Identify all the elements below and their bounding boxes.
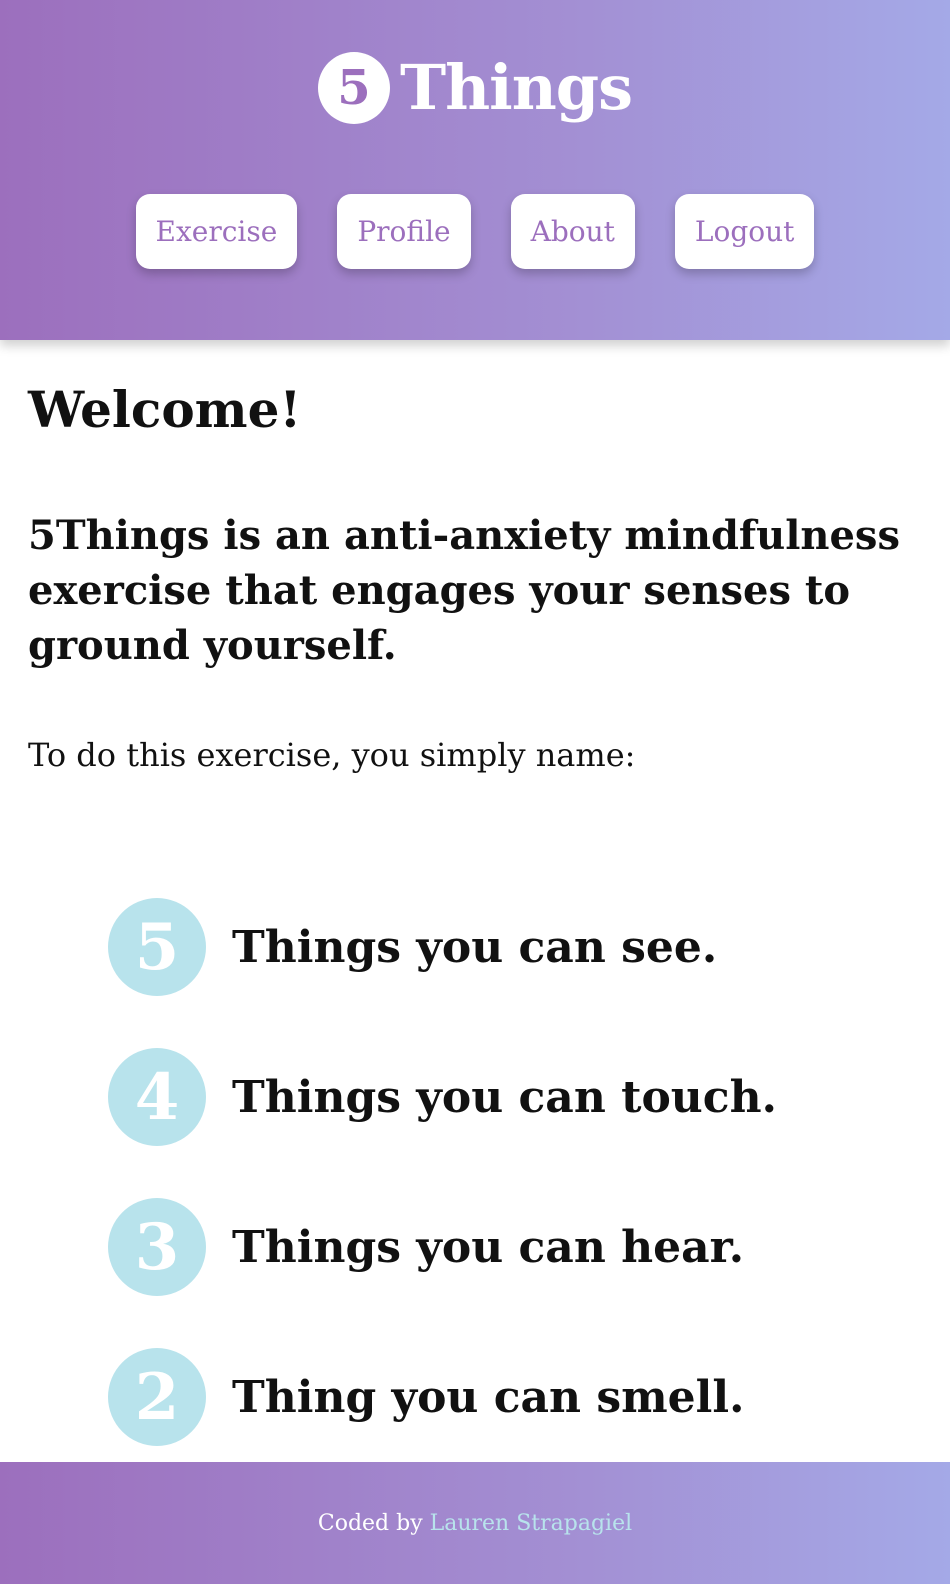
nav-about-button[interactable]: About xyxy=(510,194,635,269)
nav-profile-button[interactable]: Profile xyxy=(337,194,471,269)
footer-prefix: Coded by xyxy=(317,1510,430,1536)
step-text: Thing you can smell. xyxy=(232,1371,745,1423)
step-number-badge: 4 xyxy=(108,1048,206,1146)
site-footer: Coded by Lauren Strapagiel xyxy=(0,1462,950,1584)
step-text: Things you can touch. xyxy=(232,1071,777,1123)
step-number-badge: 5 xyxy=(108,898,206,996)
author-link[interactable]: Lauren Strapagiel xyxy=(430,1511,633,1536)
step-item-3: 3 Things you can hear. xyxy=(108,1198,744,1296)
nav-exercise-button[interactable]: Exercise xyxy=(135,194,298,269)
step-item-4: 4 Things you can touch. xyxy=(108,1048,777,1146)
logo-number-badge: 5 xyxy=(317,52,390,124)
instruction-text: To do this exercise, you simply name: xyxy=(28,736,636,774)
site-header: 5 Things Exercise Profile About Logout xyxy=(0,0,950,340)
footer-credit: Coded by Lauren Strapagiel xyxy=(318,1511,632,1536)
main-nav: Exercise Profile About Logout xyxy=(0,194,950,269)
step-text: Things you can hear. xyxy=(232,1221,745,1273)
site-logo[interactable]: 5 Things xyxy=(0,52,950,124)
step-number-badge: 2 xyxy=(108,1348,206,1446)
step-number-badge: 3 xyxy=(108,1198,206,1296)
nav-logout-button[interactable]: Logout xyxy=(674,194,815,269)
logo-text: Things xyxy=(399,51,633,124)
welcome-heading: Welcome! xyxy=(28,380,302,439)
intro-text: 5Things is an anti-anxiety mindfulness e… xyxy=(28,512,900,669)
step-item-5: 5 Things you can see. xyxy=(108,898,717,996)
step-item-2: 2 Thing you can smell. xyxy=(108,1348,744,1446)
step-text: Things you can see. xyxy=(232,921,718,973)
